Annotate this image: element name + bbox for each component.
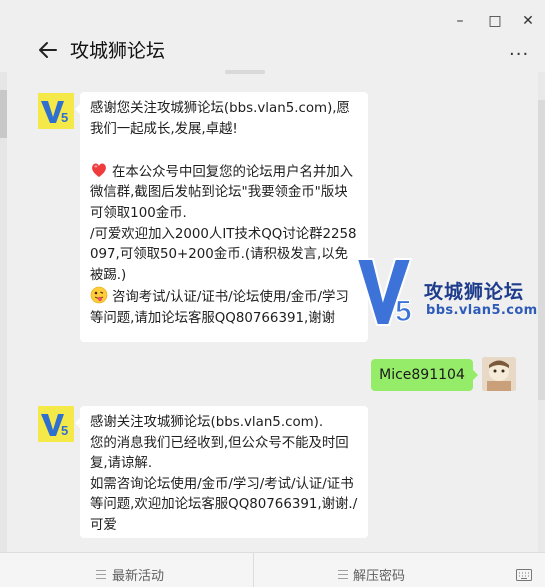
bottom-menu-bar: 最新活动 解压密码 — [0, 552, 545, 587]
watermark-logo: 5 攻城狮论坛 bbs.vlan5.com — [355, 255, 545, 330]
watermark-title: 攻城狮论坛 — [424, 281, 525, 303]
left-gutter — [0, 72, 7, 587]
menu-item-unzip-password[interactable]: 解压密码 — [353, 563, 405, 587]
minimize-icon[interactable]: – — [450, 14, 470, 28]
svg-text:5: 5 — [395, 295, 412, 328]
menu-item-latest-activity[interactable]: 最新活动 — [112, 563, 164, 587]
svg-text:5: 5 — [61, 423, 68, 438]
menu-list-icon — [338, 570, 348, 579]
page-title: 攻城狮论坛 — [70, 40, 166, 62]
back-arrow-icon[interactable] — [36, 38, 60, 62]
message-text: 感谢关注攻城狮论坛(bbs.vlan5.com). — [90, 415, 324, 430]
v5-logo-icon: 5 — [355, 258, 413, 329]
svg-text:5: 5 — [61, 110, 68, 125]
message-text: 感谢您关注攻城狮论坛(bbs.vlan5.com),愿我们一起成长,发展,卓越! — [90, 101, 350, 137]
tongue-face-icon — [90, 287, 108, 304]
more-options-icon[interactable]: ··· — [509, 46, 533, 64]
scroll-tab — [225, 70, 265, 74]
message-text: 您的消息我们已经收到,但公众号不能及时回复,请谅解. — [90, 435, 349, 472]
watermark-url: bbs.vlan5.com — [426, 303, 538, 318]
official-account-avatar[interactable]: 5 — [38, 406, 74, 442]
message-text: /可爱欢迎加入2000人IT技术QQ讨论群2258097,可领取50+200金币… — [90, 226, 357, 283]
message-bubble-user[interactable]: Mice891104 — [371, 359, 478, 391]
message-text: 在本公众号中回复您的论坛用户名并加入微信群,截图后发帖到论坛"我要领金币"版块可… — [90, 164, 354, 221]
menu-list-icon — [96, 570, 106, 579]
message-text — [90, 140, 359, 161]
left-gutter-thumb — [0, 90, 7, 138]
close-icon[interactable]: ✕ — [518, 14, 538, 28]
message-bubble-official[interactable]: 感谢关注攻城狮论坛(bbs.vlan5.com). 您的消息我们已经收到,但公众… — [75, 406, 368, 538]
heart-icon — [92, 163, 106, 177]
chat-header: 攻城狮论坛 ··· — [0, 28, 545, 72]
user-avatar[interactable] — [482, 357, 516, 391]
chat-scrollbar-thumb[interactable] — [538, 100, 545, 400]
maximize-icon[interactable]: □ — [485, 14, 505, 28]
official-account-avatar[interactable]: 5 — [38, 93, 74, 129]
message-bubble-official[interactable]: 感谢您关注攻城狮论坛(bbs.vlan5.com),愿我们一起成长,发展,卓越!… — [75, 92, 368, 342]
message-text: 咨询考试/认证/证书/论坛使用/金币/学习等问题,请加论坛客服QQ8076639… — [90, 290, 349, 326]
keyboard-icon[interactable] — [516, 569, 532, 581]
message-text: 如需咨询论坛使用/金币/学习/考试/认证/证书等问题,欢迎加论坛客服QQ8076… — [90, 476, 358, 533]
menu-divider — [253, 553, 254, 587]
